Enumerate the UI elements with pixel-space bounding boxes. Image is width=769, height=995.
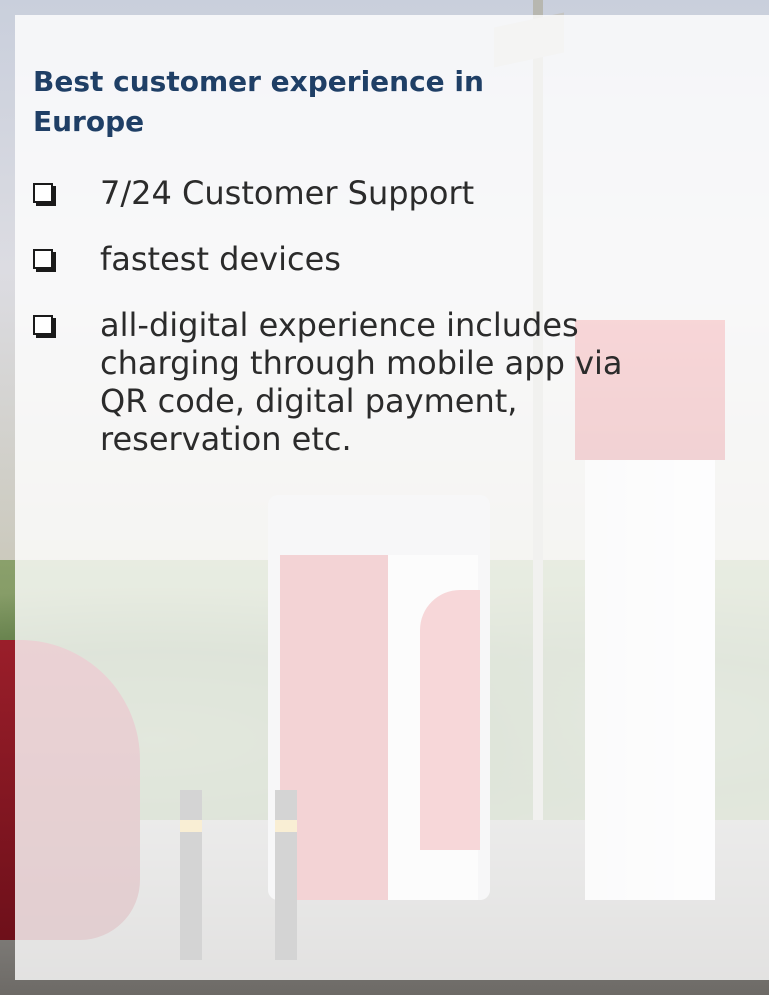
checkbox-bullet-icon — [33, 249, 53, 269]
bullet-text: all-digital experience includes charging… — [100, 306, 623, 458]
checkbox-bullet-icon — [33, 183, 53, 203]
slide-heading: Best customer experience in Europe — [33, 65, 484, 138]
bullet-text: 7/24 Customer Support — [100, 174, 475, 212]
slide-content: Best customer experience in Europe 7/24 … — [33, 62, 733, 486]
list-item: all-digital experience includes charging… — [33, 306, 733, 458]
list-item: fastest devices — [33, 240, 733, 278]
bullet-text: fastest devices — [100, 240, 341, 278]
bullet-list: 7/24 Customer Support fastest devices al… — [33, 174, 733, 458]
list-item: 7/24 Customer Support — [33, 174, 733, 212]
checkbox-bullet-icon — [33, 315, 53, 335]
